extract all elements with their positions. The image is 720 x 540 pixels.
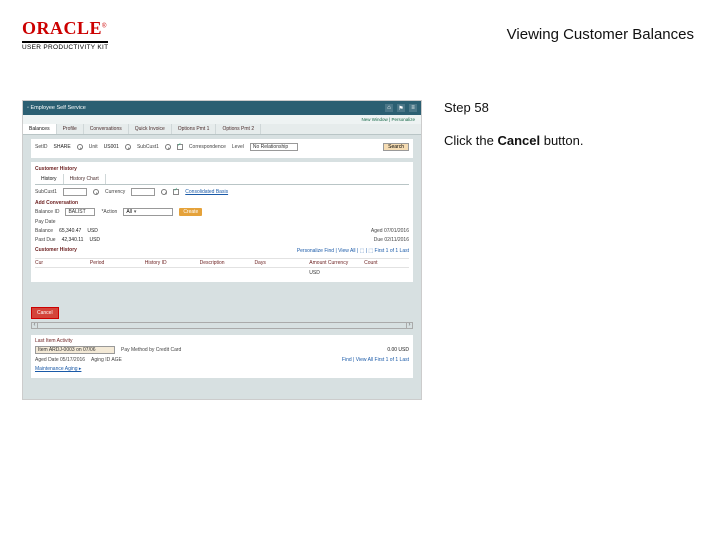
history-grid-tools[interactable]: Personalize Find | View All | ⬚ | ⬚ Firs… xyxy=(297,248,409,254)
search-panel: SetID SHARE Unit US001 SubCust1 Correspo… xyxy=(31,139,413,158)
history-grid-title: Customer History xyxy=(35,247,77,253)
tab-options-1[interactable]: Options Pmt 1 xyxy=(172,124,217,134)
lookup-icon[interactable] xyxy=(77,144,83,150)
table-row: USD xyxy=(35,268,409,278)
brand-name: ORACLE xyxy=(22,18,102,38)
lower-panel: Last Item Activity Item ARDJ-0003 on 07/… xyxy=(31,335,413,378)
col-period: Period xyxy=(90,260,135,266)
home-icon[interactable]: ⌂ xyxy=(385,104,393,112)
currency-input[interactable] xyxy=(131,188,155,196)
setid-value: SHARE xyxy=(54,144,71,150)
last-item-amount: 0.00 USD xyxy=(387,347,409,353)
brand-logo: ORACLE® USER PRODUCTIVITY KIT xyxy=(22,18,108,51)
last-item-value: Item ARDJ-0003 on 07/06 xyxy=(35,346,115,354)
tab-options-2[interactable]: Options Pmt 2 xyxy=(216,124,261,134)
scroll-left-icon[interactable]: ‹ xyxy=(31,322,38,329)
paydate-label: Pay Date xyxy=(35,219,56,225)
lookup-icon[interactable] xyxy=(161,189,167,195)
lower-tools[interactable]: Find | View All First 1 of 1 Last xyxy=(342,357,409,363)
pastdue-currency: USD xyxy=(89,237,100,243)
subcust-label: SubCust1 xyxy=(137,144,159,150)
breadcrumb[interactable]: New Window | Personalize xyxy=(23,115,421,124)
pastdue-amount: 42,340.11 xyxy=(62,237,84,243)
lookup-icon[interactable] xyxy=(125,144,131,150)
col-history-id: History ID xyxy=(145,260,190,266)
balanceid-input[interactable]: BALIST xyxy=(65,208,95,216)
screenshot: ◦ Employee Self Service ⌂ ⚑ ≡ New Window… xyxy=(22,100,422,400)
section-add-conversation: Add Conversation xyxy=(35,200,409,206)
flag-icon[interactable]: ⚑ xyxy=(397,104,405,112)
col-count: Count xyxy=(364,260,409,266)
col-amount-currency: Amount Currency xyxy=(309,260,354,266)
page-title: Viewing Customer Balances xyxy=(507,26,694,43)
cancel-button[interactable]: Cancel xyxy=(31,307,59,319)
history-grid: Customer History Personalize Find | View… xyxy=(35,247,409,278)
subtab-history-chart[interactable]: History Chart xyxy=(64,174,106,184)
consolidated-link[interactable]: Consolidated Basis xyxy=(185,189,228,195)
level-label: Level xyxy=(232,144,244,150)
tabstrip: Balances Profile Conversations Quick Inv… xyxy=(23,124,421,135)
pastdue-label: Past Due xyxy=(35,237,56,243)
balance-currency: USD xyxy=(87,228,98,234)
app-titlebar: ◦ Employee Self Service ⌂ ⚑ ≡ xyxy=(23,101,421,115)
tab-quick-invoice[interactable]: Quick Invoice xyxy=(129,124,172,134)
menu-icon[interactable]: ≡ xyxy=(409,104,417,112)
consolidated-checkbox[interactable] xyxy=(173,189,179,195)
balance-aged: Aged 07/01/2016 xyxy=(371,228,409,234)
col-description: Description xyxy=(200,260,245,266)
create-button[interactable]: Create xyxy=(179,208,202,216)
subcust1-label: SubCust1 xyxy=(35,189,57,195)
level-value[interactable]: No Relationship xyxy=(250,143,298,151)
scroll-right-icon[interactable]: › xyxy=(406,322,413,329)
lookup-icon[interactable] xyxy=(165,144,171,150)
aging-id: Aging ID AGE xyxy=(91,357,122,363)
currency-label: Currency xyxy=(105,189,125,195)
balanceid-label: Balance ID xyxy=(35,209,59,215)
col-days: Days xyxy=(254,260,299,266)
col-cur: Cur xyxy=(35,260,80,266)
step-action: Click the Cancel button. xyxy=(444,133,698,148)
pay-method: Pay Method by Credit Card xyxy=(121,347,181,353)
pastdue-due: Due 02/11/2016 xyxy=(374,237,409,243)
scrollbar[interactable]: ‹ › xyxy=(31,321,413,329)
balance-label: Balance xyxy=(35,228,53,234)
header: ORACLE® USER PRODUCTIVITY KIT Viewing Cu… xyxy=(0,0,720,70)
maintenance-aging-link[interactable]: Maintenance Aging ▸ xyxy=(35,366,81,372)
app-title: ◦ Employee Self Service xyxy=(27,105,86,111)
last-item-activity-title: Last Item Activity xyxy=(35,338,409,346)
action-select[interactable]: All xyxy=(123,208,173,216)
correspondence-checkbox[interactable] xyxy=(177,144,183,150)
trademark: ® xyxy=(102,24,106,30)
unit-value: US001 xyxy=(104,144,119,150)
balance-amount: 65,340.47 xyxy=(59,228,81,234)
action-label: *Action xyxy=(101,209,117,215)
unit-label: Unit xyxy=(89,144,98,150)
subtab-history[interactable]: History xyxy=(35,174,64,184)
subcust1-input[interactable] xyxy=(63,188,87,196)
setid-label: SetID xyxy=(35,144,48,150)
step-label: Step 58 xyxy=(444,100,698,115)
search-button[interactable]: Search xyxy=(383,143,409,151)
brand-sub: USER PRODUCTIVITY KIT xyxy=(22,41,108,51)
correspondence-label: Correspondence xyxy=(189,144,226,150)
tab-balances[interactable]: Balances xyxy=(23,124,57,134)
aged-date: Aged Date 05/17/2016 xyxy=(35,357,85,363)
instructions: Step 58 Click the Cancel button. xyxy=(444,100,698,400)
lookup-icon[interactable] xyxy=(93,189,99,195)
tab-profile[interactable]: Profile xyxy=(57,124,84,134)
history-panel: Customer History History History Chart S… xyxy=(31,162,413,282)
section-customer-history: Customer History xyxy=(35,166,409,172)
tab-conversations[interactable]: Conversations xyxy=(84,124,129,134)
